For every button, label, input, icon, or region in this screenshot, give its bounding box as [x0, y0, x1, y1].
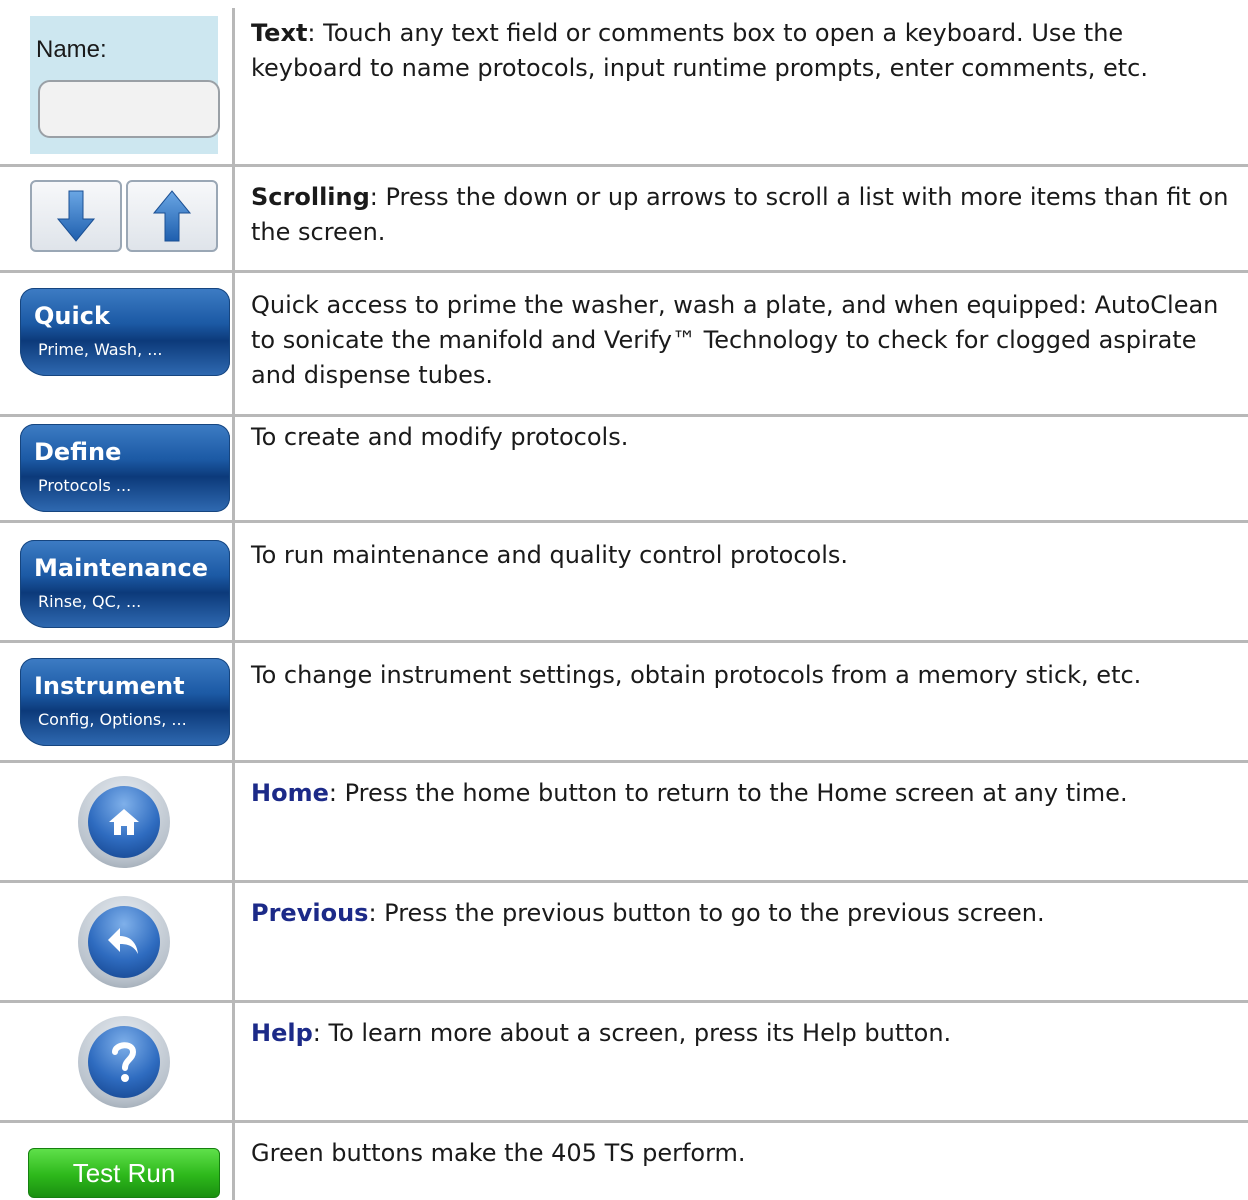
home-button[interactable]: [78, 776, 170, 868]
quick-button[interactable]: Quick Prime, Wash, ...: [20, 288, 230, 376]
maintenance-button-subtitle: Rinse, QC, ...: [38, 592, 142, 611]
scrolling-description: Scrolling: Press the down or up arrows t…: [251, 180, 1231, 250]
help-term: Help: [251, 1019, 313, 1047]
question-mark-icon: [112, 1042, 137, 1082]
row-divider: [0, 1000, 1248, 1003]
column-divider: [232, 8, 235, 1200]
help-button[interactable]: [78, 1016, 170, 1108]
text-description-body: : Touch any text field or comments box t…: [251, 19, 1148, 82]
row-divider: [0, 1120, 1248, 1123]
row-divider: [0, 760, 1248, 763]
previous-button-face: [88, 906, 160, 978]
previous-button[interactable]: [78, 896, 170, 988]
help-description: Help: To learn more about a screen, pres…: [251, 1016, 1231, 1051]
instrument-button[interactable]: Instrument Config, Options, ...: [20, 658, 230, 746]
quick-button-subtitle: Prime, Wash, ...: [38, 340, 163, 359]
test-run-description: Green buttons make the 405 TS perform.: [251, 1139, 746, 1167]
name-input[interactable]: [38, 80, 220, 138]
row-divider: [0, 640, 1248, 643]
home-term: Home: [251, 779, 329, 807]
define-description: To create and modify protocols.: [251, 423, 629, 451]
instrument-description: To change instrument settings, obtain pr…: [251, 661, 1142, 689]
text-term: Text: [251, 19, 308, 47]
row-divider: [0, 414, 1248, 417]
home-button-face: [88, 786, 160, 858]
define-button-subtitle: Protocols ...: [38, 476, 132, 495]
previous-description-body: : Press the previous button to go to the…: [368, 899, 1045, 927]
quick-button-title: Quick: [34, 302, 110, 330]
text-description: Text: Touch any text field or comments b…: [251, 16, 1231, 86]
maintenance-description: To run maintenance and quality control p…: [251, 541, 849, 569]
row-divider: [0, 880, 1248, 883]
home-description-body: : Press the home button to return to the…: [328, 779, 1128, 807]
name-label: Name:: [36, 36, 107, 63]
row-divider: [0, 270, 1248, 273]
instrument-button-title: Instrument: [34, 672, 185, 700]
scroll-down-button[interactable]: [30, 180, 122, 252]
define-button-title: Define: [34, 438, 122, 466]
define-button[interactable]: Define Protocols ...: [20, 424, 230, 512]
test-run-button[interactable]: Test Run: [28, 1148, 220, 1198]
row-divider: [0, 520, 1248, 523]
back-arrow-icon: [108, 928, 138, 954]
previous-description: Previous: Press the previous button to g…: [251, 896, 1231, 931]
maintenance-button-title: Maintenance: [34, 554, 209, 582]
home-description: Home: Press the home button to return to…: [251, 776, 1231, 811]
arrow-down-icon: [56, 190, 96, 242]
previous-term: Previous: [251, 899, 369, 927]
instrument-button-subtitle: Config, Options, ...: [38, 710, 187, 729]
maintenance-button[interactable]: Maintenance Rinse, QC, ...: [20, 540, 230, 628]
help-button-face: [88, 1026, 160, 1098]
scrolling-term: Scrolling: [251, 183, 370, 211]
home-icon: [109, 809, 139, 835]
help-description-body: : To learn more about a screen, press it…: [312, 1019, 952, 1047]
scrolling-description-body: : Press the down or up arrows to scroll …: [251, 183, 1229, 246]
row-divider: [0, 164, 1248, 167]
test-run-label: Test Run: [72, 1157, 176, 1188]
quick-description: Quick access to prime the washer, wash a…: [251, 291, 1219, 389]
arrow-up-icon: [152, 190, 192, 242]
scroll-up-button[interactable]: [126, 180, 218, 252]
